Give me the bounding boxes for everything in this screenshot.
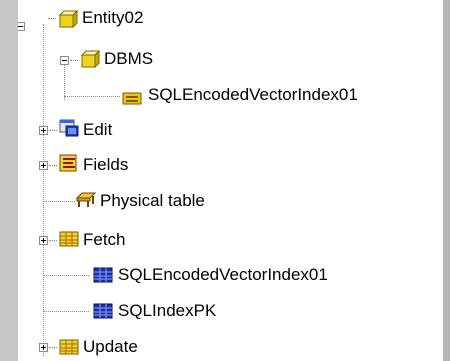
tree-item-label: Fields: [83, 155, 129, 174]
index-tab-icon: [122, 91, 142, 107]
right-margin: [443, 0, 450, 361]
tree-item-edit[interactable]: Edit: [18, 114, 443, 146]
tree-item-label: Entity02: [82, 8, 144, 27]
fields-icon: [59, 154, 77, 172]
update-grid-icon: [59, 339, 79, 355]
tree-item-physical-table[interactable]: Physical table: [18, 185, 443, 217]
left-margin: [0, 0, 18, 361]
tree-item-label: Fetch: [83, 230, 126, 249]
tree-item-fields[interactable]: Fields: [18, 149, 443, 181]
tree-item-label: SQLEncodedVectorIndex01: [118, 265, 328, 284]
tree-item-label: SQLEncodedVectorIndex01: [148, 85, 358, 104]
fetch-grid-icon: [59, 231, 79, 247]
tree-item-fetch[interactable]: Fetch: [18, 224, 443, 256]
expand-toggle[interactable]: [39, 236, 48, 245]
sql-index-blue-icon: [93, 267, 113, 283]
table-icon: [76, 192, 96, 208]
collapse-toggle[interactable]: [18, 22, 25, 31]
tree-item-sql-encoded-vector-index[interactable]: SQLEncodedVectorIndex01: [18, 259, 443, 291]
expand-toggle[interactable]: [39, 343, 48, 352]
tree-view[interactable]: Entity02 DBMS SQLEncodedVectorIndex01 Ed…: [18, 0, 443, 361]
tree-item-label: DBMS: [104, 49, 154, 68]
tree-item-label: SQLIndexPK: [118, 301, 217, 320]
entity-box-icon: [58, 10, 78, 28]
expand-toggle[interactable]: [39, 161, 48, 170]
tree-item-update[interactable]: Update: [18, 331, 443, 361]
edit-window-icon: [59, 119, 79, 137]
tree-item-label: Physical table: [100, 191, 205, 210]
tree-item-dbms[interactable]: DBMS: [18, 44, 443, 76]
tree-item-sql-index-pk[interactable]: SQLIndexPK: [18, 295, 443, 327]
tree-item-label: Update: [83, 337, 138, 356]
collapse-toggle[interactable]: [60, 56, 69, 65]
tree-item-entity02[interactable]: Entity02: [18, 2, 443, 34]
dbms-box-icon: [80, 50, 100, 68]
tree-item-label: Edit: [83, 120, 113, 139]
sql-index-blue-icon: [93, 303, 113, 319]
tree-item-sql-encoded-vector-index[interactable]: SQLEncodedVectorIndex01: [18, 80, 443, 112]
expand-toggle[interactable]: [39, 126, 48, 135]
